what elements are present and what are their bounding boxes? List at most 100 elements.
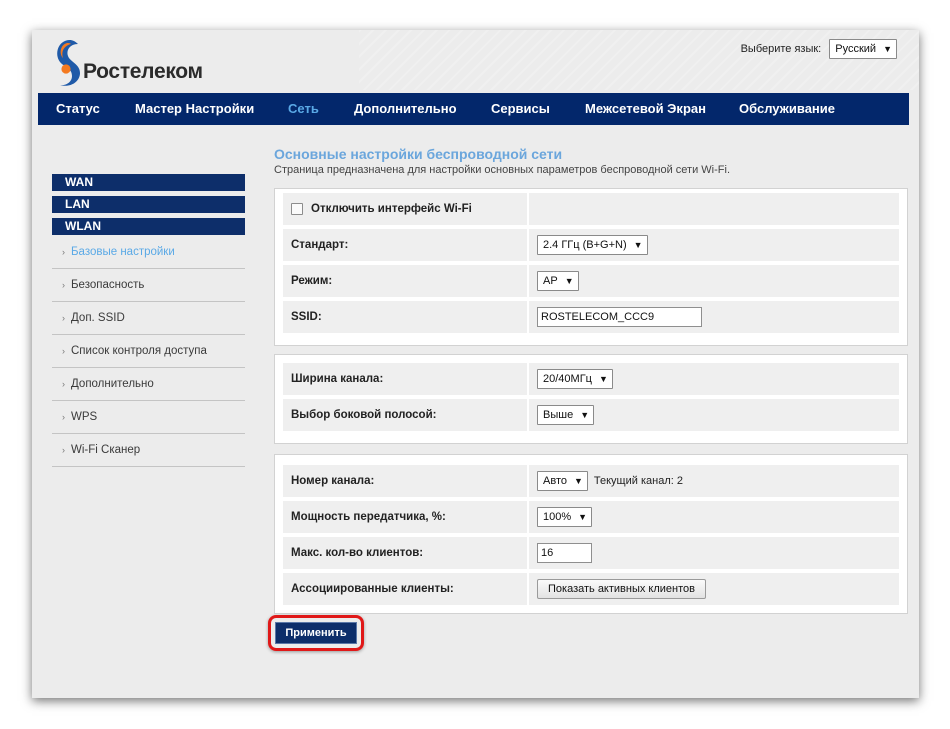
language-label: Выберите язык: (740, 43, 822, 55)
channel-number-cell: Авто ▼ Текущий канал: 2 (529, 465, 899, 497)
panel-basic: Отключить интерфейс Wi-Fi Стандарт: 2.4 … (274, 188, 908, 346)
apply-highlight: Применить (268, 615, 364, 651)
current-channel-text: Текущий канал: 2 (593, 475, 683, 487)
panel-channel-width: Ширина канала: 20/40МГц ▼ Выбор боковой … (274, 354, 908, 444)
page-title: Основные настройки беспроводной сети (274, 146, 563, 162)
sidebar-section-lan[interactable]: LAN (52, 196, 245, 213)
sidebar-item-label: Безопасность (71, 279, 145, 291)
language-select[interactable]: Русский ▼ (829, 39, 897, 59)
nav-services[interactable]: Сервисы (491, 101, 550, 116)
row-channel-number: Номер канала: Авто ▼ Текущий канал: 2 (283, 465, 899, 497)
bullet-icon: › (62, 247, 65, 257)
mode-select-value: AP (543, 275, 558, 287)
ssid-input[interactable]: ROSTELECOM_CCC9 (537, 307, 702, 327)
sidebar-item-label: Базовые настройки (71, 246, 175, 258)
dropdown-arrow-icon: ▼ (598, 374, 608, 384)
max-clients-label: Макс. кол-во клиентов: (283, 537, 529, 569)
sidebar-item-label: Список контроля доступа (71, 345, 207, 357)
language-selector: Выберите язык: Русский ▼ (741, 39, 897, 59)
channel-number-select-value: Авто (543, 475, 567, 487)
bullet-icon: › (62, 313, 65, 323)
row-max-clients: Макс. кол-во клиентов: 16 (283, 537, 899, 569)
sidebar-wlan-submenu: › Базовые настройки › Безопасность › Доп. S… (52, 236, 245, 467)
sidebar-item-advanced[interactable]: › Дополнительно (52, 368, 245, 401)
show-active-clients-button[interactable]: Показать активных клиентов (537, 579, 707, 599)
sidebar-item-label: Доп. SSID (71, 312, 125, 324)
standard-cell: 2.4 ГГц (B+G+N) ▼ (529, 229, 899, 261)
brand-name: Ростелеком (83, 60, 203, 83)
row-associated-clients: Ассоциированные клиенты: Показать активн… (283, 573, 899, 605)
mode-select[interactable]: AP ▼ (537, 271, 579, 291)
sidebar-item-wps[interactable]: › WPS (52, 401, 245, 434)
sideband-label: Выбор боковой полосой: (283, 399, 529, 431)
row-mode: Режим: AP ▼ (283, 265, 899, 297)
sidebar-section-wan[interactable]: WAN (52, 174, 245, 191)
empty-cell (529, 193, 899, 225)
sidebar: WAN LAN WLAN › Базовые настройки › Безопас… (52, 174, 245, 467)
row-disable-wifi: Отключить интерфейс Wi-Fi (283, 193, 899, 225)
nav-network[interactable]: Сеть (288, 101, 319, 116)
ssid-cell: ROSTELECOM_CCC9 (529, 301, 899, 333)
dropdown-arrow-icon: ▼ (578, 512, 588, 522)
disable-wifi-label: Отключить интерфейс Wi-Fi (311, 203, 472, 215)
nav-maintenance[interactable]: Обслуживание (739, 101, 835, 116)
row-tx-power: Мощность передатчика, %: 100% ▼ (283, 501, 899, 533)
router-admin-window: Ростелеком Выберите язык: Русский ▼ Стат… (32, 30, 919, 698)
language-select-value: Русский (835, 43, 877, 55)
sideband-cell: Выше ▼ (529, 399, 899, 431)
channel-number-label: Номер канала: (283, 465, 529, 497)
associated-clients-cell: Показать активных клиентов (529, 573, 899, 605)
bullet-icon: › (62, 280, 65, 290)
sidebar-item-basic-settings[interactable]: › Базовые настройки (52, 236, 245, 269)
associated-clients-label: Ассоциированные клиенты: (283, 573, 529, 605)
dropdown-arrow-icon: ▼ (633, 240, 643, 250)
sidebar-item-wifi-scanner[interactable]: › Wi-Fi Сканер (52, 434, 245, 467)
row-standard: Стандарт: 2.4 ГГц (B+G+N) ▼ (283, 229, 899, 261)
nav-advanced[interactable]: Дополнительно (354, 101, 457, 116)
bullet-icon: › (62, 379, 65, 389)
sidebar-item-access-control[interactable]: › Список контроля доступа (52, 335, 245, 368)
tx-power-label: Мощность передатчика, %: (283, 501, 529, 533)
mode-cell: AP ▼ (529, 265, 899, 297)
panel-radio: Номер канала: Авто ▼ Текущий канал: 2 Мо… (274, 454, 908, 614)
channel-width-select[interactable]: 20/40МГц ▼ (537, 369, 613, 389)
bullet-icon: › (62, 412, 65, 422)
row-sideband: Выбор боковой полосой: Выше ▼ (283, 399, 899, 431)
sidebar-item-extra-ssid[interactable]: › Доп. SSID (52, 302, 245, 335)
disable-wifi-cell: Отключить интерфейс Wi-Fi (283, 193, 529, 225)
standard-select[interactable]: 2.4 ГГц (B+G+N) ▼ (537, 235, 648, 255)
tx-power-select[interactable]: 100% ▼ (537, 507, 593, 527)
bullet-icon: › (62, 445, 65, 455)
apply-button[interactable]: Применить (275, 622, 357, 644)
tx-power-cell: 100% ▼ (529, 501, 899, 533)
channel-width-cell: 20/40МГц ▼ (529, 363, 899, 395)
disable-wifi-checkbox[interactable] (291, 203, 303, 215)
dropdown-arrow-icon: ▼ (573, 476, 583, 486)
sidebar-item-label: WPS (71, 411, 98, 423)
nav-status[interactable]: Статус (56, 101, 100, 116)
row-channel-width: Ширина канала: 20/40МГц ▼ (283, 363, 899, 395)
dropdown-arrow-icon: ▼ (564, 276, 574, 286)
nav-firewall[interactable]: Межсетевой Экран (585, 101, 706, 116)
nav-setup-wizard[interactable]: Мастер Настройки (135, 101, 254, 116)
dropdown-arrow-icon: ▼ (883, 44, 892, 54)
max-clients-input[interactable]: 16 (537, 543, 592, 563)
mode-label: Режим: (283, 265, 529, 297)
sideband-select[interactable]: Выше ▼ (537, 405, 595, 425)
tx-power-select-value: 100% (543, 511, 572, 523)
standard-label: Стандарт: (283, 229, 529, 261)
row-ssid: SSID: ROSTELECOM_CCC9 (283, 301, 899, 333)
dropdown-arrow-icon: ▼ (580, 410, 590, 420)
page-description: Страница предназначена для настройки осн… (274, 164, 730, 176)
sidebar-item-label: Дополнительно (71, 378, 154, 390)
main-navigation: Статус Мастер Настройки Сеть Дополнитель… (38, 93, 909, 125)
sidebar-item-security[interactable]: › Безопасность (52, 269, 245, 302)
sidebar-item-label: Wi-Fi Сканер (71, 444, 141, 456)
sidebar-section-wlan[interactable]: WLAN (52, 218, 245, 235)
ssid-label: SSID: (283, 301, 529, 333)
channel-width-label: Ширина канала: (283, 363, 529, 395)
channel-width-select-value: 20/40МГц (543, 373, 592, 385)
max-clients-cell: 16 (529, 537, 899, 569)
sideband-select-value: Выше (543, 409, 574, 421)
channel-number-select[interactable]: Авто ▼ (537, 471, 588, 491)
